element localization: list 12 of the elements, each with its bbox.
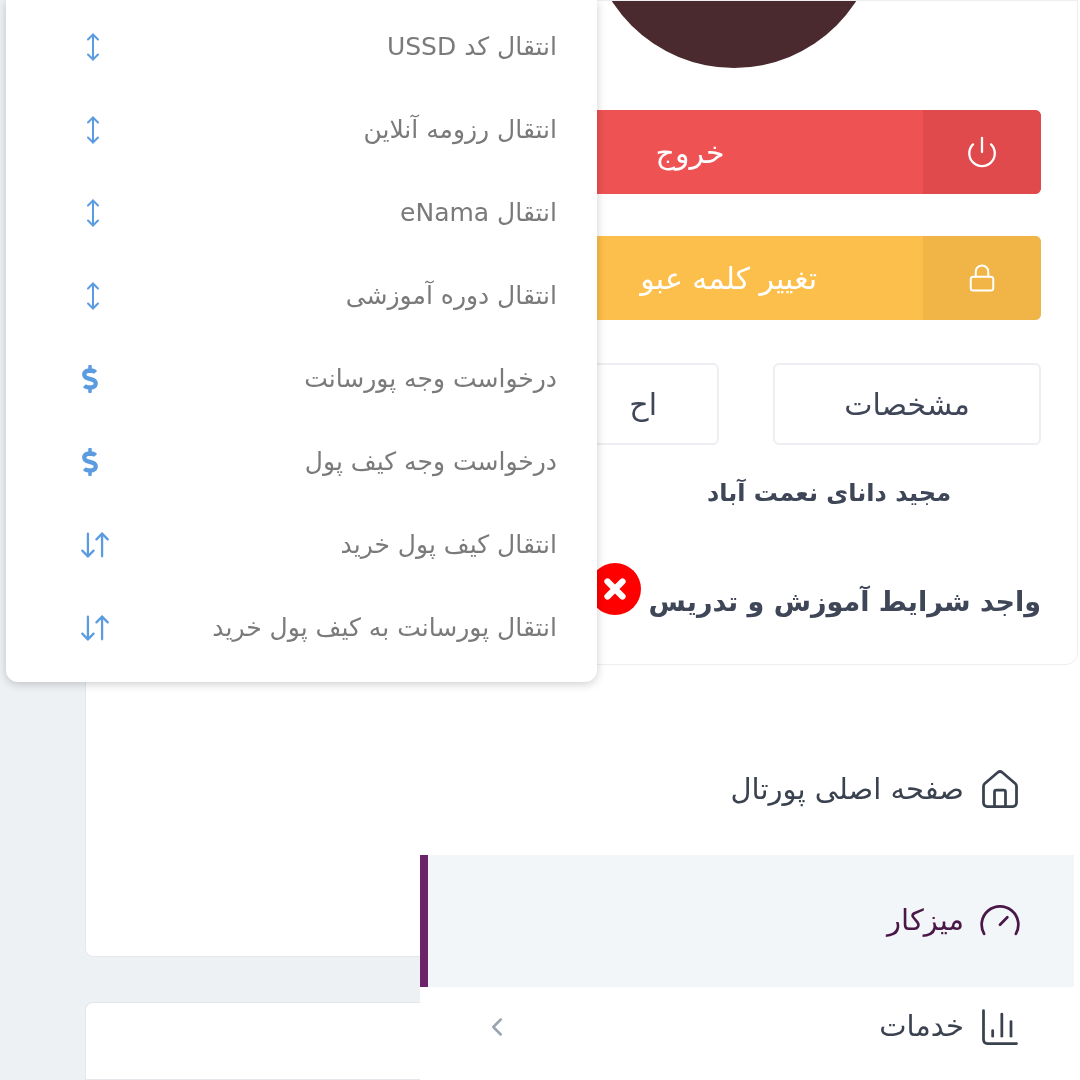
menu-item[interactable]: درخواست وجه پورسانت xyxy=(6,337,597,420)
user-name: مجید دانای نعمت آباد xyxy=(706,477,951,509)
power-icon xyxy=(965,135,999,169)
menu-item[interactable]: درخواست وجه کیف پول xyxy=(6,420,597,503)
menu-item[interactable]: انتقال کد USSD xyxy=(6,5,597,88)
nav-item[interactable]: میزکار xyxy=(420,855,1074,987)
menu-item[interactable]: انتقال پورسانت به کیف پول خرید xyxy=(6,586,597,669)
profile-tab[interactable]: مشخصات xyxy=(773,363,1041,445)
menu-item[interactable]: انتقال کیف پول خرید xyxy=(6,503,597,586)
eligibility-status: واجد شرایط آموزش و تدریس xyxy=(648,584,1041,620)
nav-item[interactable]: صفحه اصلی پورتال xyxy=(420,725,1074,855)
nav-item[interactable]: خدمات xyxy=(420,987,1074,1066)
